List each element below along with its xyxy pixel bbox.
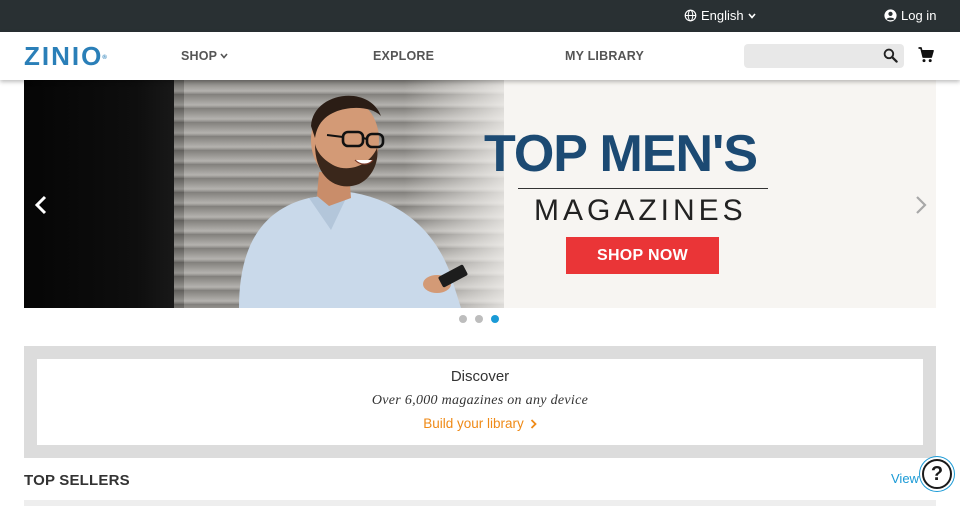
carousel-dot-2[interactable] bbox=[475, 315, 483, 323]
chevron-down-icon bbox=[748, 12, 756, 19]
chevron-right-icon bbox=[916, 196, 927, 214]
language-selector[interactable]: English bbox=[684, 8, 756, 23]
search-icon bbox=[883, 48, 898, 63]
registered-mark: ® bbox=[102, 55, 107, 61]
cart-button[interactable] bbox=[918, 47, 934, 68]
language-label: English bbox=[701, 8, 744, 23]
carousel-prev-button[interactable] bbox=[34, 195, 48, 220]
hero-man-photo bbox=[239, 95, 468, 308]
discover-title: Discover bbox=[450, 368, 510, 385]
search-box bbox=[744, 44, 904, 68]
chevron-right-icon bbox=[530, 418, 537, 429]
globe-icon bbox=[684, 9, 697, 22]
logo-text: ZINIO bbox=[24, 41, 104, 71]
build-library-link[interactable]: Build your library bbox=[37, 416, 923, 431]
chevron-left-icon bbox=[34, 195, 47, 215]
login-link[interactable]: Log in bbox=[884, 8, 936, 23]
nav-explore-label: EXPLORE bbox=[373, 49, 435, 63]
hero-divider bbox=[518, 188, 768, 189]
user-circle-icon bbox=[884, 9, 897, 22]
chevron-down-icon bbox=[220, 53, 228, 59]
carousel-next-button[interactable] bbox=[914, 195, 928, 220]
top-bar: English Log in bbox=[0, 0, 960, 32]
nav-explore[interactable]: EXPLORE bbox=[373, 49, 434, 63]
nav-my-library[interactable]: MY LIBRARY bbox=[565, 49, 644, 63]
zinio-logo[interactable]: ZINIO® bbox=[24, 42, 108, 70]
main-nav: ZINIO® SHOP EXPLORE MY LIBRARY bbox=[0, 32, 960, 80]
hero-subtitle: MAGAZINES bbox=[534, 194, 747, 227]
help-button[interactable]: ? bbox=[922, 459, 952, 489]
build-library-label: Build your library bbox=[423, 416, 524, 431]
discover-subtitle: Over 6,000 magazines on any device bbox=[371, 393, 589, 408]
nav-shop[interactable]: SHOP bbox=[181, 49, 228, 63]
shopping-cart-icon bbox=[918, 47, 934, 63]
discover-card: Discover Over 6,000 magazines on any dev… bbox=[37, 359, 923, 445]
help-icon: ? bbox=[930, 462, 944, 485]
hero-banner[interactable]: TOP MEN'S MAGAZINES SHOP NOW bbox=[24, 80, 936, 308]
search-input[interactable] bbox=[744, 44, 872, 68]
search-button[interactable] bbox=[883, 48, 898, 68]
discover-section: Discover Over 6,000 magazines on any dev… bbox=[24, 346, 936, 458]
nav-library-label: MY LIBRARY bbox=[565, 49, 645, 63]
nav-shop-label: SHOP bbox=[181, 49, 218, 63]
shop-now-button[interactable]: SHOP NOW bbox=[566, 237, 719, 274]
login-label: Log in bbox=[901, 8, 937, 23]
top-sellers-heading: TOP SELLERS bbox=[24, 472, 130, 489]
hero-title: TOP MEN'S bbox=[484, 125, 758, 183]
top-sellers-strip bbox=[24, 500, 936, 506]
hero-dark-panel bbox=[24, 80, 184, 308]
carousel-dot-3[interactable] bbox=[491, 315, 499, 323]
carousel-dots bbox=[459, 315, 499, 323]
carousel-dot-1[interactable] bbox=[459, 315, 467, 323]
